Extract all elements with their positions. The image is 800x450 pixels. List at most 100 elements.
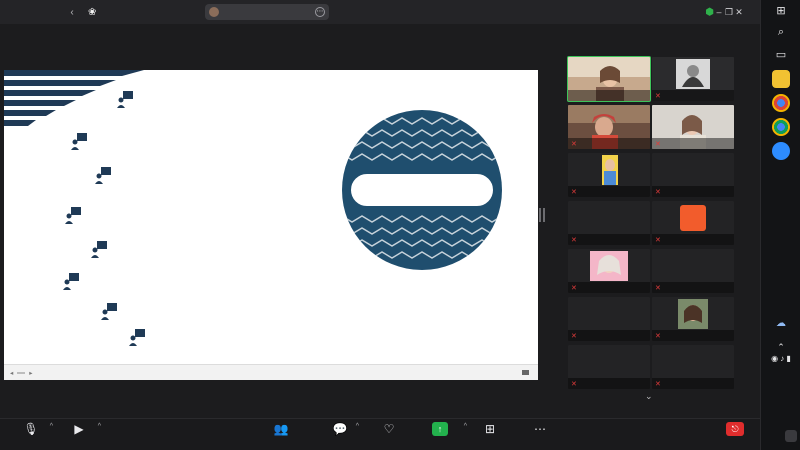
heart-react-icon: ♡ — [383, 422, 395, 436]
weather-cloud-icon[interactable]: ☁ — [772, 318, 790, 336]
chevron-up-icon[interactable]: ^ — [50, 423, 53, 430]
participant-tile[interactable] — [567, 56, 651, 102]
chrome-icon[interactable] — [772, 94, 790, 112]
participant-tile[interactable]: ✕ — [652, 57, 734, 101]
close-icon[interactable]: ✕ — [734, 7, 744, 18]
presenter-icon — [71, 133, 87, 150]
windows-start-icon[interactable]: ⊞ — [772, 4, 790, 22]
chat-button[interactable]: 💬 ^ — [330, 422, 359, 450]
slide-page-field[interactable] — [17, 371, 26, 374]
participant-tile[interactable]: ✕ — [568, 201, 650, 245]
title-bar-right: ⬢ – ❐ ✕ — [697, 0, 752, 24]
video-camera-off-icon: ▶ — [74, 422, 84, 436]
slide-badge-circle — [342, 110, 502, 270]
microphone-off-icon: 🎙 — [23, 422, 39, 436]
participant-name-bar: ✕ — [568, 282, 650, 293]
slides-logo-icon — [522, 370, 529, 375]
participant-name-bar: ✕ — [652, 234, 734, 245]
microphone-off-icon: ✕ — [655, 236, 661, 244]
microphone-off-icon: ✕ — [571, 140, 577, 148]
microphone-off-icon: ✕ — [571, 236, 577, 244]
shared-screen-area: ◂ ▸ — [0, 24, 560, 394]
microphone-off-icon: ✕ — [571, 284, 577, 292]
tray-system-icons[interactable]: ◉ ♪ ▮ — [761, 354, 800, 363]
participant-tile[interactable]: ✕ — [568, 153, 650, 197]
title-bar: ‹ ❀ — [0, 0, 760, 24]
participants-icon: 👥 — [273, 422, 289, 436]
participant-tile[interactable]: ✕ — [652, 153, 734, 197]
paw-icon: ❀ — [88, 6, 97, 18]
participant-tile[interactable]: ✕ — [568, 345, 650, 389]
apps-button[interactable]: ⊞ — [470, 422, 510, 450]
participant-tile[interactable]: ✕ — [568, 249, 650, 293]
participant-tile[interactable]: ✕ — [568, 105, 650, 149]
participant-name-bar: ✕ — [652, 330, 734, 341]
participant-tile[interactable]: ✕ — [652, 105, 734, 149]
microphone-off-icon: ✕ — [655, 188, 661, 196]
splitter-handle[interactable] — [539, 208, 541, 222]
presenter-icon — [63, 273, 79, 290]
participant-tile[interactable]: ✕ — [568, 297, 650, 341]
share-arrow-icon: ↑ — [432, 422, 448, 436]
participant-tile[interactable]: ✕ — [652, 201, 734, 245]
apps-icon: ⊞ — [484, 422, 496, 436]
participant-name-bar: ✕ — [568, 138, 650, 149]
presenter-icon — [91, 241, 107, 258]
share-options-icon[interactable]: ⋯ — [315, 7, 325, 17]
react-button[interactable]: ♡ — [366, 422, 412, 450]
chrome-profile-icon[interactable] — [772, 118, 790, 136]
tray-chevron-icon[interactable]: ⌃ — [761, 342, 800, 353]
presenter-icon — [65, 207, 81, 224]
participant-name-bar: ✕ — [568, 330, 650, 341]
share-screen-button[interactable]: ↑ ^ — [422, 422, 467, 450]
screen-share-indicator[interactable]: ⋯ — [205, 4, 329, 20]
participant-tile[interactable]: ✕ — [652, 297, 734, 341]
participant-name-bar: ✕ — [652, 282, 734, 293]
restore-icon[interactable]: ❐ — [724, 7, 734, 18]
participant-name-bar: ✕ — [652, 138, 734, 149]
presenter-icon — [117, 91, 133, 108]
microphone-off-icon: ✕ — [655, 332, 661, 340]
more-button[interactable]: ⋯ — [518, 422, 562, 450]
microphone-off-icon: ✕ — [655, 140, 661, 148]
participant-tile[interactable]: ✕ — [652, 249, 734, 293]
file-explorer-icon[interactable] — [772, 70, 790, 88]
shared-slide: ◂ ▸ — [4, 70, 538, 380]
minimize-icon[interactable]: – — [714, 7, 724, 17]
next-slide-icon[interactable]: ▸ — [29, 369, 32, 377]
video-button[interactable]: ▶ ^ — [66, 422, 101, 450]
leave-button[interactable]: ⎋ — [722, 422, 748, 450]
participant-name-bar: ✕ — [652, 186, 734, 197]
participant-name-bar: ✕ — [568, 378, 650, 389]
chat-icon: 💬 — [332, 422, 348, 436]
chevron-up-icon[interactable]: ^ — [356, 423, 359, 430]
chevron-up-icon[interactable]: ^ — [98, 423, 101, 430]
presenter-icon — [95, 167, 111, 184]
zoom-app-icon[interactable] — [772, 142, 790, 160]
slide-viewer-footer: ◂ ▸ — [4, 364, 538, 380]
task-view-icon[interactable]: ▭ — [772, 48, 790, 66]
participant-name-bar: ✕ — [652, 90, 734, 101]
slide-badge-title — [349, 172, 495, 208]
meeting-title[interactable]: ❀ — [88, 7, 100, 18]
sharer-avatar — [209, 7, 219, 17]
gallery-scroll-down-icon[interactable]: ⌄ — [645, 391, 653, 402]
notifications-badge[interactable] — [785, 430, 797, 442]
participant-gallery: ✕ ✕ ✕ ✕ ✕ ✕ ✕ ✕ ✕ ✕ ✕ ✕ ✕ — [566, 56, 734, 391]
audio-button[interactable]: 🎙 ^ — [18, 422, 53, 450]
chevron-up-icon[interactable]: ^ — [464, 423, 467, 430]
prev-slide-icon[interactable]: ◂ — [10, 369, 13, 377]
more-icon: ⋯ — [534, 422, 546, 436]
participant-tile[interactable]: ✕ — [652, 345, 734, 389]
meeting-toolbar: 🎙 ^ ▶ ^ 👥 💬 ^ ♡ ↑ ^ ⊞ ⋯ ⎋ — [0, 418, 760, 450]
presenter-icon — [101, 303, 117, 320]
search-icon[interactable]: ⌕ — [772, 26, 790, 44]
participants-button[interactable]: 👥 — [264, 422, 298, 450]
shield-icon[interactable]: ⬢ — [705, 7, 714, 18]
microphone-off-icon: ✕ — [655, 380, 661, 388]
leave-icon: ⎋ — [726, 422, 744, 436]
microphone-off-icon: ✕ — [655, 284, 661, 292]
microphone-off-icon: ✕ — [571, 332, 577, 340]
splitter-handle[interactable] — [543, 208, 545, 222]
back-icon[interactable]: ‹ — [64, 7, 80, 18]
